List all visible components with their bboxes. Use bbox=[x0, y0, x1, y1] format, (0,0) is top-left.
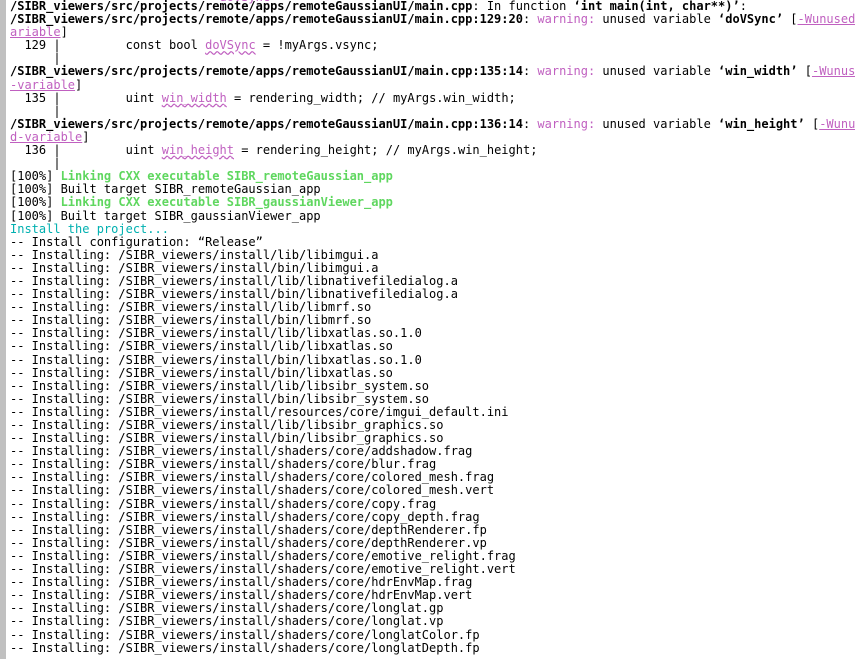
segment-green: Linking CXX executable SIBR_gaussianView… bbox=[60, 195, 393, 210]
segment-pipe: | bbox=[53, 38, 61, 53]
segment-var: win_width bbox=[161, 90, 227, 105]
segment-plain: -- Installing: /SIBR_viewers/install/res… bbox=[10, 404, 509, 419]
segment-plain: uint bbox=[60, 143, 162, 158]
segment-plain: -- Installing: /SIBR_viewers/install/lib… bbox=[10, 418, 444, 432]
segment-plain: [ bbox=[797, 64, 812, 79]
segment-plain: : bbox=[522, 116, 538, 131]
console-output[interactable]: /SIBR_viewers/src/projects/remote/apps/r… bbox=[10, 0, 855, 655]
segment-plain: [100%] bbox=[10, 195, 61, 210]
segment-plain: -- Installing: /SIBR_viewers/install/sha… bbox=[10, 535, 487, 550]
segment-plain: -- Installing: /SIBR_viewers/install/sha… bbox=[10, 575, 473, 590]
segment-plain: [100%] bbox=[10, 169, 61, 184]
segment-plain: unused variable bbox=[595, 64, 719, 79]
segment-cyan: Install the project... bbox=[10, 221, 169, 236]
segment-plain: -- Installing: /SIBR_viewers/install/bin… bbox=[10, 391, 430, 406]
vertical-scrollbar-track[interactable] bbox=[0, 0, 6, 659]
console-line-source-line: 135 | uint win_width = rendering_width; … bbox=[10, 90, 855, 105]
segment-var: win_height bbox=[161, 143, 234, 158]
segment-plain: [100%] Built target SIBR_gaussianViewer_… bbox=[10, 208, 321, 223]
segment-plain: ] bbox=[60, 25, 68, 40]
console-line-source-line: 129 | const bool doVSync = !myArgs.vsync… bbox=[10, 39, 855, 52]
segment-plain: ] bbox=[82, 129, 90, 144]
segment-plain: -- Installing: /SIBR_viewers/install/lib… bbox=[10, 378, 430, 393]
segment-plain: : In function bbox=[472, 0, 574, 13]
segment-plain: [ bbox=[804, 116, 820, 131]
segment-var: doVSync bbox=[205, 38, 256, 53]
segment-plain: -- Installing: /SIBR_viewers/install/lib… bbox=[10, 326, 422, 341]
segment-path: /SIBR_viewers/src/projects/remote/apps/r… bbox=[10, 0, 473, 13]
segment-plain: -- Installing: /SIBR_viewers/install/sha… bbox=[10, 588, 473, 603]
segment-plain: -- Installing: /SIBR_viewers/install/lib… bbox=[10, 300, 372, 315]
console-line-diag-warning: /SIBR_viewers/src/projects/remote/apps/r… bbox=[10, 13, 855, 26]
segment-path: /SIBR_viewers/src/projects/remote/apps/r… bbox=[10, 12, 523, 27]
segment-plain: [ bbox=[783, 12, 798, 27]
segment-flag: -Wunused-v bbox=[797, 12, 855, 27]
segment-plain: -- Installing: /SIBR_viewers/install/lib… bbox=[10, 273, 458, 288]
segment-plain: -- Installing: /SIBR_viewers/install/sha… bbox=[10, 640, 480, 655]
segment-plain: -- Installing: /SIBR_viewers/install/sha… bbox=[10, 496, 437, 511]
segment-plain: -- Installing: /SIBR_viewers/install/sha… bbox=[10, 470, 495, 485]
segment-plain: const bool bbox=[60, 38, 206, 53]
segment-gutter: 135 bbox=[10, 90, 54, 105]
segment-b: ‘win_height’ bbox=[718, 116, 805, 131]
segment-plain: -- Installing: /SIBR_viewers/install/lib… bbox=[10, 339, 393, 354]
segment-plain: -- Installing: /SIBR_viewers/install/sha… bbox=[10, 509, 480, 524]
segment-plain: = rendering_height; // myArgs.win_height… bbox=[234, 143, 538, 158]
segment-flag: -variable bbox=[10, 77, 76, 92]
segment-plain: -- Installing: /SIBR_viewers/install/sha… bbox=[10, 483, 495, 498]
segment-pipe: | bbox=[10, 156, 61, 171]
segment-plain: -- Installing: /SIBR_viewers/install/sha… bbox=[10, 548, 516, 563]
segment-flag: ariable bbox=[10, 25, 61, 40]
segment-plain: -- Installing: /SIBR_viewers/install/bin… bbox=[10, 352, 422, 367]
segment-plain: : bbox=[522, 64, 538, 79]
segment-pipe: | bbox=[10, 51, 61, 66]
segment-pipe: | bbox=[53, 143, 61, 158]
segment-warn: warning: bbox=[537, 12, 596, 27]
segment-b: ‘doVSync’ bbox=[718, 12, 784, 27]
segment-plain: -- Installing: /SIBR_viewers/install/sha… bbox=[10, 627, 480, 642]
segment-plain: -- Install configuration: “Release” bbox=[10, 234, 263, 249]
segment-plain: -- Installing: /SIBR_viewers/install/sha… bbox=[10, 522, 487, 537]
segment-plain: -- Installing: /SIBR_viewers/install/bin… bbox=[10, 260, 379, 275]
segment-plain: = !myArgs.vsync; bbox=[255, 38, 379, 53]
console-line-install-clipped: -- Installing: /SIBR_viewers/install/sha… bbox=[10, 640, 855, 655]
segment-plain: [100%] Built target SIBR_remoteGaussian_… bbox=[10, 182, 321, 197]
segment-plain: unused variable bbox=[595, 12, 719, 27]
segment-plain: uint bbox=[60, 90, 162, 105]
segment-warn: warning: bbox=[537, 116, 596, 131]
segment-b: ‘int main(int, char**)’ bbox=[573, 0, 740, 13]
segment-flag: d-variable bbox=[10, 129, 83, 144]
segment-plain: -- Installing: /SIBR_viewers/install/sha… bbox=[10, 444, 473, 459]
segment-plain: -- Installing: /SIBR_viewers/install/bin… bbox=[10, 365, 393, 380]
segment-plain: -- Installing: /SIBR_viewers/install/sha… bbox=[10, 601, 444, 616]
segment-flag: -Wunused bbox=[811, 64, 855, 79]
segment-plain: -- Installing: /SIBR_viewers/install/bin… bbox=[10, 431, 444, 446]
segment-green: Linking CXX executable SIBR_remoteGaussi… bbox=[60, 169, 393, 184]
segment-gutter: 129 bbox=[10, 38, 54, 53]
segment-plain: -- Installing: /SIBR_viewers/install/lib… bbox=[10, 247, 379, 262]
segment-plain: unused variable bbox=[595, 116, 719, 131]
segment-warn: warning: bbox=[537, 64, 596, 79]
console-line-diag-warning: /SIBR_viewers/src/projects/remote/apps/r… bbox=[10, 65, 855, 78]
segment-plain: -- Installing: /SIBR_viewers/install/sha… bbox=[10, 457, 437, 472]
segment-plain: -- Installing: /SIBR_viewers/install/bin… bbox=[10, 287, 458, 302]
segment-plain: ] bbox=[75, 77, 83, 92]
segment-pipe: | bbox=[53, 90, 61, 105]
segment-plain: : bbox=[739, 0, 747, 13]
terminal-window: doVSync /SIBR_viewers/src/projects/remot… bbox=[0, 0, 855, 659]
segment-gutter: 136 bbox=[10, 143, 54, 158]
segment-path: /SIBR_viewers/src/projects/remote/apps/r… bbox=[10, 64, 523, 79]
segment-pipe: | bbox=[10, 103, 61, 118]
console-line-source-line: 136 | uint win_height = rendering_height… bbox=[10, 143, 855, 158]
segment-flag: -Wunuse bbox=[819, 116, 855, 131]
segment-path: /SIBR_viewers/src/projects/remote/apps/r… bbox=[10, 116, 523, 131]
vertical-scrollbar-thumb[interactable] bbox=[0, 0, 6, 659]
console-line-diag-warning: /SIBR_viewers/src/projects/remote/apps/r… bbox=[10, 116, 855, 131]
segment-plain: -- Installing: /SIBR_viewers/install/sha… bbox=[10, 562, 516, 577]
segment-plain: -- Installing: /SIBR_viewers/install/sha… bbox=[10, 614, 444, 629]
segment-plain: : bbox=[522, 12, 538, 27]
segment-b: ‘win_width’ bbox=[718, 64, 798, 79]
segment-plain: = rendering_width; // myArgs.win_width; bbox=[226, 90, 516, 105]
segment-plain: -- Installing: /SIBR_viewers/install/bin… bbox=[10, 313, 372, 328]
